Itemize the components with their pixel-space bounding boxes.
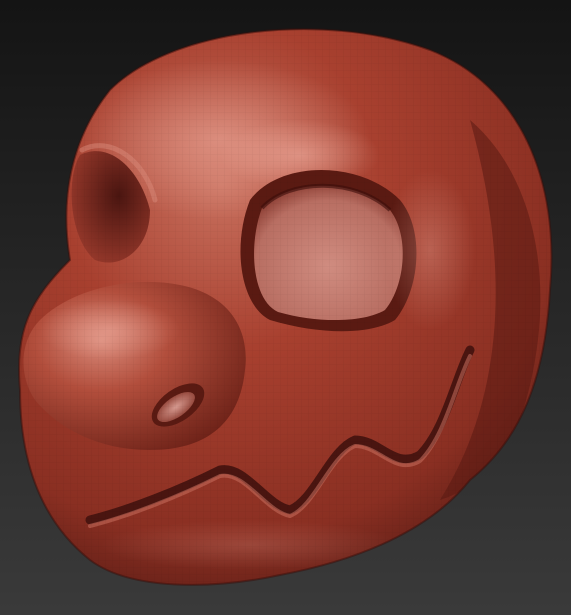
- sculpt-render: [0, 0, 571, 615]
- sculpt-viewport[interactable]: [0, 0, 571, 615]
